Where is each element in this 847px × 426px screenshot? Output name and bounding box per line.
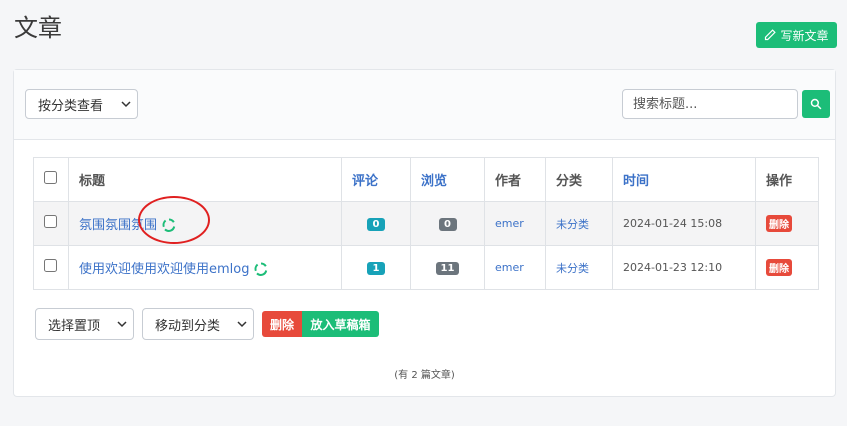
top-select-value: 选择置顶 — [48, 318, 101, 334]
table-header-row: 标题 评论 浏览 作者 分类 时间 操作 — [33, 157, 819, 202]
search-input[interactable] — [622, 89, 798, 119]
posts-table: 标题 评论 浏览 作者 分类 时间 操作 氛围氛围氛围 0 0 emer 未分类… — [33, 157, 819, 290]
new-post-button[interactable]: 写新文章 — [756, 22, 837, 48]
post-title-cell: 氛围氛围氛围 — [68, 201, 342, 246]
posts-card: 按分类查看 标题 评论 浏览 作者 分类 时间 操作 氛围氛 — [13, 69, 836, 397]
sync-icon — [254, 262, 268, 277]
category-cell: 未分类 — [545, 245, 613, 290]
header-comments[interactable]: 评论 — [341, 157, 411, 202]
category-cell: 未分类 — [545, 201, 613, 246]
filter-bar: 按分类查看 — [14, 70, 835, 140]
row-select-cell — [33, 201, 69, 246]
chevron-down-icon — [121, 101, 131, 108]
page-title: 文章 — [14, 14, 62, 42]
time-cell: 2024-01-23 12:10 — [612, 245, 756, 290]
action-cell: 删除 — [755, 201, 819, 246]
header-author: 作者 — [484, 157, 546, 202]
comment-count-badge: 1 — [367, 262, 385, 275]
top-select[interactable]: 选择置顶 — [35, 308, 134, 340]
views-cell: 0 — [410, 201, 485, 246]
table-row: 使用欢迎使用欢迎使用emlog 1 11 emer 未分类 2024-01-23… — [33, 245, 819, 290]
chevron-down-icon — [117, 321, 127, 328]
row-checkbox[interactable] — [44, 215, 57, 228]
search-icon — [810, 98, 822, 110]
sync-icon — [162, 218, 176, 233]
time-cell: 2024-01-24 15:08 — [612, 201, 756, 246]
row-select-cell — [33, 245, 69, 290]
post-time: 2024-01-24 15:08 — [623, 217, 723, 230]
view-count-badge: 11 — [435, 262, 460, 275]
post-count: (有 2 篇文章) — [394, 370, 455, 381]
delete-post-button[interactable]: 删除 — [766, 215, 792, 232]
delete-post-button[interactable]: 删除 — [766, 259, 792, 276]
comments-cell: 0 — [341, 201, 411, 246]
views-cell: 11 — [410, 245, 485, 290]
header-category: 分类 — [545, 157, 613, 202]
move-to-draft-button[interactable]: 放入草稿箱 — [302, 311, 379, 337]
category-filter-select[interactable]: 按分类查看 — [25, 89, 138, 119]
header-time[interactable]: 时间 — [612, 157, 756, 202]
comment-count-badge: 0 — [367, 218, 385, 231]
search-button[interactable] — [802, 90, 830, 118]
author-cell: emer — [484, 245, 546, 290]
post-time: 2024-01-23 12:10 — [623, 261, 723, 274]
post-title-link[interactable]: 使用欢迎使用欢迎使用emlog — [79, 262, 249, 277]
view-count-badge: 0 — [438, 218, 457, 231]
category-link[interactable]: 未分类 — [556, 262, 589, 275]
table-row: 氛围氛围氛围 0 0 emer 未分类 2024-01-24 15:08 删除 — [33, 201, 819, 246]
pencil-icon — [765, 29, 777, 41]
select-all-cell — [33, 157, 69, 202]
comments-cell: 1 — [341, 245, 411, 290]
row-checkbox[interactable] — [44, 259, 57, 272]
header-title: 标题 — [68, 157, 342, 202]
move-category-value: 移动到分类 — [155, 318, 221, 334]
category-filter-value: 按分类查看 — [38, 98, 104, 114]
post-title-link[interactable]: 氛围氛围氛围 — [79, 218, 157, 233]
action-cell: 删除 — [755, 245, 819, 290]
header-action: 操作 — [755, 157, 819, 202]
chevron-down-icon — [237, 321, 247, 328]
new-post-label: 写新文章 — [780, 28, 829, 43]
post-title-cell: 使用欢迎使用欢迎使用emlog — [68, 245, 342, 290]
author-link[interactable]: emer — [495, 217, 524, 230]
select-all-checkbox[interactable] — [44, 171, 57, 184]
author-cell: emer — [484, 201, 546, 246]
bulk-delete-button[interactable]: 删除 — [262, 311, 302, 337]
author-link[interactable]: emer — [495, 261, 524, 274]
category-link[interactable]: 未分类 — [556, 218, 589, 231]
move-category-select[interactable]: 移动到分类 — [142, 308, 254, 340]
header-views[interactable]: 浏览 — [410, 157, 485, 202]
